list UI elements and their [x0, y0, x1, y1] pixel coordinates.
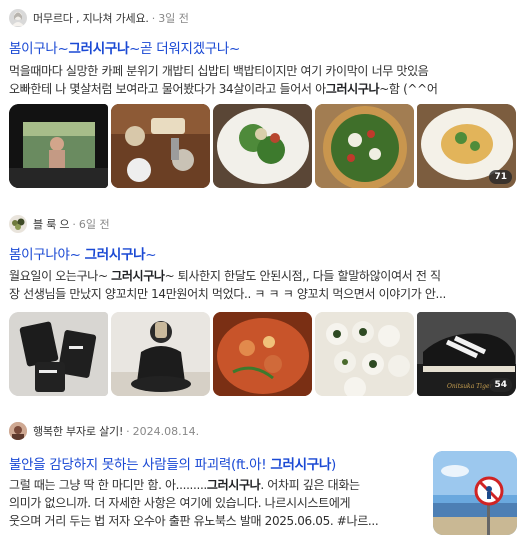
author-name[interactable]: 머무르다 , 지나쳐 가세요. [33, 10, 149, 26]
title-keyword: 그러시구나 [84, 247, 146, 263]
movie-screen-photo[interactable] [9, 104, 108, 188]
title-part: 불안을 감당하지 못하는 사람들의 파괴력(ft.아! [9, 457, 271, 473]
title-keyword: 그러시구나 [68, 41, 130, 57]
post-date: 2024.08.14. [132, 424, 200, 438]
desc-line: 오빠한테 나 몇살처럼 보여라고 물어봤다가 34살이라고 들어서 아그러시구나… [9, 82, 438, 96]
separator-dot: · [151, 11, 156, 25]
title-part: ~ [145, 247, 157, 263]
separator-dot: · [126, 424, 130, 438]
desc-line: 웃으며 거리 두는 법 저자 오수아 출판 유노북스 발매 2025.06.05… [9, 514, 379, 528]
title-part: ) [331, 457, 336, 473]
pasta-photo[interactable]: 71 [417, 104, 516, 188]
desc-line: 먹을때마다 실망한 카페 분위기 개밥티 십밥티 백밥티이지만 여기 카이막이 … [9, 64, 429, 78]
title-part: 봄이구나야~ [9, 247, 85, 263]
title-part: 봄이구나~ [9, 41, 69, 57]
desc-line: 월요일이 오는구나~ 그러시구나~ 퇴사한지 한달도 안된시점,, 다들 할말하… [9, 269, 441, 283]
post-description[interactable]: 그럴 때는 그냥 딱 한 마디만 함. 아.........그러시구나. 어차피… [9, 476, 425, 530]
avatar[interactable] [9, 215, 27, 233]
post-description[interactable]: 월요일이 오는구나~ 그러시구나~ 퇴사한지 한달도 안된시점,, 다들 할말하… [9, 267, 517, 303]
post-meta: 행복한 부자로 살기! · 2024.08.14. [9, 421, 199, 441]
post-title[interactable]: 봄이구나야~ 그러시구나~ [9, 243, 157, 263]
post-date: 6일 전 [78, 218, 110, 231]
post-description[interactable]: 먹을때마다 실망한 카페 분위기 개밥티 십밥티 백밥티이지만 여기 카이막이 … [9, 62, 517, 98]
author-name[interactable]: 행복한 부자로 살기! [33, 423, 123, 439]
sneaker-brand-text: Onitsuka Tiger [447, 383, 493, 390]
photo-count-badge: 71 [489, 170, 512, 184]
desc-line: 그럴 때는 그냥 딱 한 마디만 함. 아.........그러시구나. 어차피… [9, 478, 360, 492]
thumbnail-strip: 71 [9, 104, 516, 188]
post-date: 3일 전 [158, 12, 189, 25]
gift-bags-photo[interactable] [9, 312, 108, 396]
post-title[interactable]: 불안을 감당하지 못하는 사람들의 파괴력(ft.아! 그러시구나) [9, 453, 336, 473]
beach-sign-photo[interactable] [433, 451, 517, 535]
pizza-photo[interactable] [315, 104, 414, 188]
separator-dot: · [72, 217, 76, 231]
title-part: ~곧 더워지겠구나~ [129, 41, 240, 57]
desc-line: 장 선생님들 만났지 양꼬치만 14만원어치 먹었다.. ㅋ ㅋ ㅋ 양꼬치 먹… [9, 287, 446, 301]
sneakers-photo[interactable]: Onitsuka Tiger 54 [417, 312, 516, 396]
avatar[interactable] [9, 422, 27, 440]
avatar[interactable] [9, 9, 27, 27]
photo-count-badge: 54 [489, 378, 512, 392]
author-name[interactable]: 블 룩 으 [33, 216, 70, 232]
mirror-selfie-photo[interactable] [111, 312, 210, 396]
post-meta: 블 룩 으 · 6일 전 [9, 214, 110, 234]
title-keyword: 그러시구나 [270, 457, 332, 473]
desc-line: 의미가 없으니까. 더 자세한 사항은 여기에 있습니다. 나르시시스트에게 [9, 496, 351, 510]
thumbnail-strip: Onitsuka Tiger 54 [9, 312, 516, 396]
post-meta: 머무르다 , 지나쳐 가세요. · 3일 전 [9, 8, 189, 28]
stew-photo[interactable] [213, 312, 312, 396]
salad-photo[interactable] [213, 104, 312, 188]
cafe-table-photo[interactable] [111, 104, 210, 188]
rice-balls-photo[interactable] [315, 312, 414, 396]
post-title[interactable]: 봄이구나~그러시구나~곧 더워지겠구나~ [9, 37, 240, 57]
